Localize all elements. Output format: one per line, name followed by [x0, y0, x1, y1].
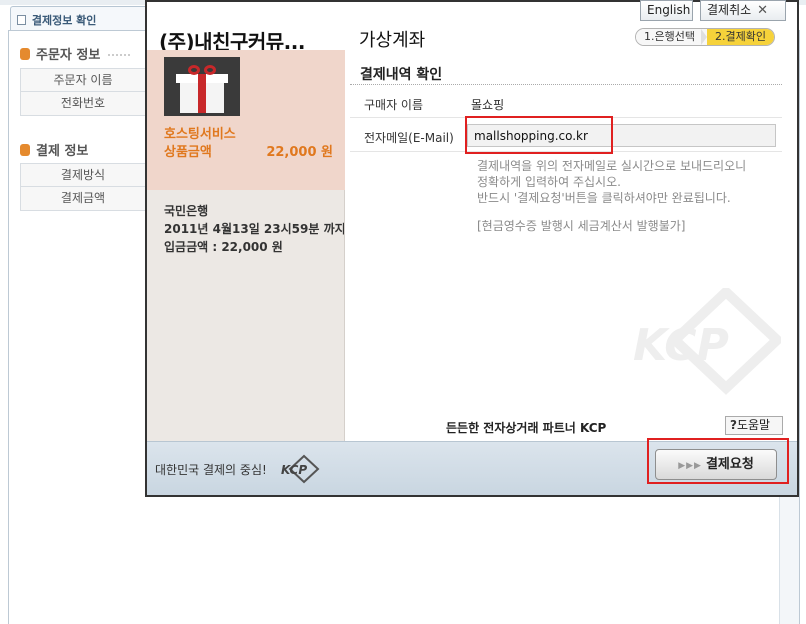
notice-line: 반드시 '결제요청'버튼을 클릭하셔야만 완료됩니다.	[477, 191, 731, 205]
receipt-note: [현금영수증 발행시 세금계산서 발행불가]	[477, 219, 686, 233]
popup-footer: 대한민국 결제의 중심! KCP ▶▶▶ 결제요청	[147, 441, 797, 495]
tab-title: 결제정보 확인	[31, 14, 97, 27]
buyer-value: 몰쇼핑	[471, 98, 505, 112]
help-label: 도움말	[736, 418, 771, 432]
close-icon: ✕	[757, 3, 769, 18]
bullet-icon	[20, 48, 30, 60]
bullet-icon	[20, 144, 30, 156]
kcp-logo-icon: KCP	[281, 454, 320, 484]
orderer-name-label: 주문자 이름	[20, 68, 146, 92]
orderer-section-title: 주문자 정보	[20, 44, 131, 63]
deposit-amount: 입금금액 : 22,000 원	[164, 240, 283, 254]
product-amount-label: 상품금액	[164, 145, 212, 160]
notice-line: 정확하게 입력하여 주십시오.	[477, 175, 621, 189]
payment-method-label: 결제방식	[20, 163, 146, 187]
payment-info-tab[interactable]: 결제정보 확인	[10, 6, 150, 30]
deposit-deadline: 2011년 4월13일 23시59분 까지	[164, 222, 344, 236]
pay-request-button[interactable]: ▶▶▶ 결제요청	[655, 449, 777, 480]
buyer-row: 구매자 이름 몰쇼핑	[350, 88, 782, 118]
payment-section-title: 결제 정보	[20, 140, 88, 159]
section-title: 결제내역 확인	[360, 67, 443, 83]
partner-text: 든든한 전자상거래 파트너 KCP	[446, 421, 607, 435]
document-icon	[17, 15, 26, 25]
payment-method-title: 가상계좌	[359, 30, 426, 51]
product-name: 호스팅서비스	[164, 127, 236, 142]
footer-slogan: 대한민국 결제의 중심!	[155, 463, 267, 477]
cancel-label: 결제취소	[707, 3, 752, 17]
order-summary-pane: 호스팅서비스 상품금액 22,000 원 국민은행 2011년 4월13일 23…	[147, 50, 345, 441]
step-confirm: 2.결제확인	[706, 29, 774, 45]
divider	[350, 84, 782, 85]
confirmation-pane: 결제내역 확인 구매자 이름 몰쇼핑 전자메일(E-Mail) 결제내역을 위의…	[346, 50, 797, 441]
svg-text:KCP: KCP	[281, 463, 307, 477]
step-indicator: 1.은행선택 2.결제확인	[635, 28, 775, 46]
bank-info: 국민은행 2011년 4월13일 23시59분 까지 입금금액 : 22,000…	[164, 202, 344, 256]
cancel-payment-button[interactable]: 결제취소 ✕	[700, 0, 786, 21]
arrows-icon: ▶▶▶	[678, 461, 702, 471]
bank-name: 국민은행	[164, 204, 209, 218]
payment-amount-label: 결제금액	[20, 187, 146, 211]
pay-button-label: 결제요청	[705, 457, 754, 472]
popup-header: (주)내친구커뮤... 가상계좌 English 결제취소 ✕ 1.은행선택 2.…	[147, 0, 797, 54]
english-button[interactable]: English	[640, 0, 693, 21]
product-box: 호스팅서비스 상품금액 22,000 원	[147, 50, 345, 190]
partner-bar: 든든한 전자상거래 파트너 KCP ?도움말	[356, 416, 783, 436]
payment-popup: (주)내친구커뮤... 가상계좌 English 결제취소 ✕ 1.은행선택 2.…	[145, 0, 799, 497]
notice-text: 결제내역을 위의 전자메일로 실시간으로 보내드리오니 정확하게 입력하여 주십…	[477, 158, 746, 234]
email-row: 전자메일(E-Mail)	[350, 120, 782, 152]
email-input[interactable]	[467, 124, 776, 147]
step-select-bank: 1.은행선택	[636, 29, 701, 45]
phone-label: 전화번호	[20, 92, 146, 116]
gift-box-icon	[164, 57, 240, 116]
email-label: 전자메일(E-Mail)	[364, 131, 454, 145]
kcp-watermark-icon: KCP	[633, 288, 781, 395]
svg-text:KCP: KCP	[633, 320, 729, 371]
buyer-label: 구매자 이름	[364, 98, 424, 112]
notice-line: 결제내역을 위의 전자메일로 실시간으로 보내드리오니	[477, 159, 747, 173]
product-amount-value: 22,000 원	[266, 145, 333, 160]
help-icon: ?	[730, 418, 737, 432]
help-button[interactable]: ?도움말	[725, 416, 783, 435]
